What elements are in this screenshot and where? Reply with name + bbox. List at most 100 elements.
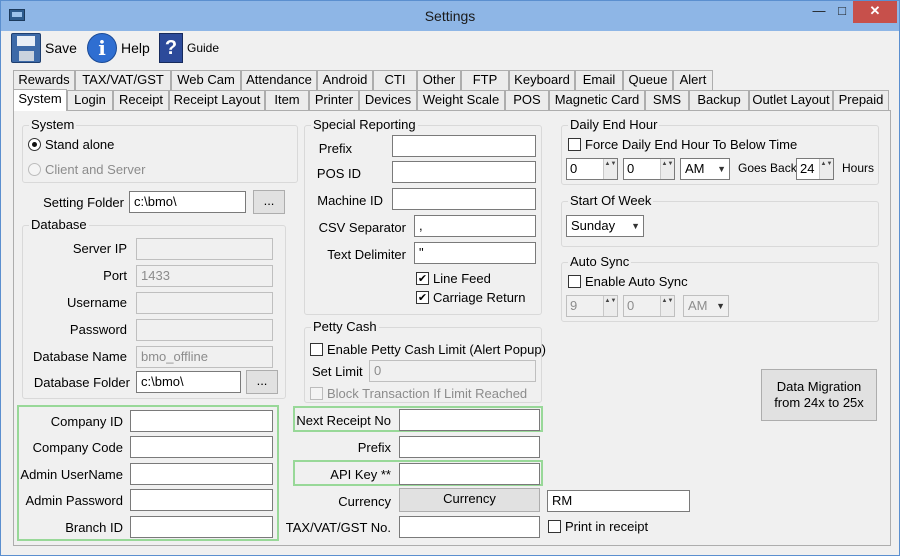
tab-alert[interactable]: Alert	[673, 70, 713, 90]
print-in-receipt-checkbox[interactable]	[548, 520, 561, 533]
auto-sync-minute-spinner[interactable]: 0 ▲▼	[623, 295, 675, 317]
csv-separator-input[interactable]: ,	[414, 215, 536, 237]
carriage-return-checkbox[interactable]: ✔	[416, 291, 429, 304]
tab-weight-scale[interactable]: Weight Scale	[417, 90, 505, 110]
database-name-input[interactable]: bmo_offline	[136, 346, 273, 368]
auto-sync-hour-spinner[interactable]: 9 ▲▼	[566, 295, 618, 317]
port-input[interactable]: 1433	[136, 265, 273, 287]
server-ip-input[interactable]	[136, 238, 273, 260]
save-label: Save	[45, 40, 77, 56]
tab-login[interactable]: Login	[67, 90, 113, 110]
tab-web-cam[interactable]: Web Cam	[171, 70, 241, 90]
spin-arrows-icon[interactable]: ▲▼	[603, 159, 617, 179]
data-migration-button[interactable]: Data Migration from 24x to 25x	[761, 369, 877, 421]
title-bar: Settings — □ ✕	[1, 1, 899, 31]
tax-no-input[interactable]	[399, 516, 540, 538]
next-receipt-no-input[interactable]	[399, 409, 540, 431]
tab-system[interactable]: System	[13, 89, 67, 111]
tab-backup[interactable]: Backup	[689, 90, 749, 110]
tab-rewards[interactable]: Rewards	[13, 70, 75, 90]
carriage-return-label: Carriage Return	[433, 290, 526, 305]
maximize-button[interactable]: □	[831, 1, 853, 23]
machine-id-label: Machine ID	[317, 193, 383, 208]
auto-sync-checkbox[interactable]	[568, 275, 581, 288]
server-ip-label: Server IP	[72, 241, 127, 256]
start-of-week-value: Sunday	[571, 218, 616, 233]
company-code-input[interactable]	[130, 436, 273, 458]
daily-end-hour-spinner[interactable]: 0 ▲▼	[566, 158, 618, 180]
tab-keyboard[interactable]: Keyboard	[509, 70, 575, 90]
database-folder-input[interactable]: c:\bmo\	[136, 371, 241, 393]
tab-printer[interactable]: Printer	[309, 90, 359, 110]
tab-receipt-layout[interactable]: Receipt Layout	[169, 90, 265, 110]
password-input[interactable]	[136, 319, 273, 341]
stand-alone-label: Stand alone	[45, 137, 115, 152]
petty-cash-enable-label: Enable Petty Cash Limit (Alert Popup)	[327, 342, 546, 357]
daily-end-minute-value: 0	[627, 161, 635, 176]
tab-prepaid[interactable]: Prepaid	[833, 90, 889, 110]
tab-receipt[interactable]: Receipt	[113, 90, 169, 110]
petty-cash-legend: Petty Cash	[311, 319, 379, 334]
data-migration-line1: Data Migration	[776, 379, 862, 394]
sr-prefix-input[interactable]	[392, 135, 536, 157]
currency-button[interactable]: Currency	[399, 488, 540, 512]
tab-android[interactable]: Android	[317, 70, 373, 90]
force-daily-end-checkbox[interactable]	[568, 138, 581, 151]
spin-arrows-icon[interactable]: ▲▼	[819, 159, 833, 179]
set-limit-input[interactable]: 0	[369, 360, 536, 382]
petty-cash-enable-checkbox[interactable]	[310, 343, 323, 356]
tab-ftp[interactable]: FTP	[461, 70, 509, 90]
tab-sms[interactable]: SMS	[645, 90, 689, 110]
database-folder-browse-button[interactable]: ...	[246, 370, 278, 394]
special-reporting-legend: Special Reporting	[311, 117, 418, 132]
daily-end-ampm-select[interactable]: AM ▼	[680, 158, 730, 180]
start-of-week-select[interactable]: Sunday ▼	[566, 215, 644, 237]
api-key-input[interactable]	[399, 463, 540, 485]
daily-end-hour-legend: Daily End Hour	[568, 117, 660, 132]
line-feed-checkbox[interactable]: ✔	[416, 272, 429, 285]
branch-id-input[interactable]	[130, 516, 273, 538]
admin-username-input[interactable]	[130, 463, 273, 485]
tab-queue[interactable]: Queue	[623, 70, 673, 90]
goes-back-hours-spinner[interactable]: 24 ▲▼	[796, 158, 834, 180]
pos-id-input[interactable]	[392, 161, 536, 183]
close-button[interactable]: ✕	[853, 1, 897, 23]
spin-arrows-icon[interactable]: ▲▼	[603, 296, 617, 316]
force-daily-end-label: Force Daily End Hour To Below Time	[585, 137, 798, 152]
currency-value-input[interactable]: RM	[547, 490, 690, 512]
tab-cti[interactable]: CTI	[373, 70, 417, 90]
setting-folder-browse-button[interactable]: ...	[253, 190, 285, 214]
chevron-down-icon: ▼	[717, 164, 726, 174]
text-delimiter-input[interactable]: "	[414, 242, 536, 264]
stand-alone-radio[interactable]	[28, 138, 41, 151]
tab-tax[interactable]: TAX/VAT/GST	[75, 70, 171, 90]
tab-magnetic-card[interactable]: Magnetic Card	[549, 90, 645, 110]
username-input[interactable]	[136, 292, 273, 314]
tab-attendance[interactable]: Attendance	[241, 70, 317, 90]
minimize-button[interactable]: —	[807, 1, 831, 23]
hours-label: Hours	[842, 161, 875, 175]
admin-password-input[interactable]	[130, 489, 273, 511]
tab-email[interactable]: Email	[575, 70, 623, 90]
receipt-prefix-input[interactable]	[399, 436, 540, 458]
save-button[interactable]: Save	[11, 31, 77, 65]
tab-devices[interactable]: Devices	[359, 90, 417, 110]
guide-button[interactable]: ? Guide	[159, 31, 219, 65]
auto-sync-ampm-select[interactable]: AM ▼	[683, 295, 729, 317]
block-transaction-label: Block Transaction If Limit Reached	[327, 386, 528, 401]
spin-arrows-icon[interactable]: ▲▼	[660, 159, 674, 179]
block-transaction-checkbox[interactable]	[310, 387, 323, 400]
goes-back-label: Goes Back	[738, 161, 797, 175]
daily-end-minute-spinner[interactable]: 0 ▲▼	[623, 158, 675, 180]
machine-id-input[interactable]	[392, 188, 536, 210]
spin-arrows-icon[interactable]: ▲▼	[660, 296, 674, 316]
tab-outlet-layout[interactable]: Outlet Layout	[749, 90, 833, 110]
tab-pos[interactable]: POS	[505, 90, 549, 110]
company-id-input[interactable]	[130, 410, 273, 432]
tab-other[interactable]: Other	[417, 70, 461, 90]
help-button[interactable]: i Help	[87, 31, 150, 65]
tab-item[interactable]: Item	[265, 90, 309, 110]
client-server-radio[interactable]	[28, 163, 41, 176]
tax-no-label: TAX/VAT/GST No.	[285, 520, 391, 535]
setting-folder-input[interactable]: c:\bmo\	[129, 191, 246, 213]
